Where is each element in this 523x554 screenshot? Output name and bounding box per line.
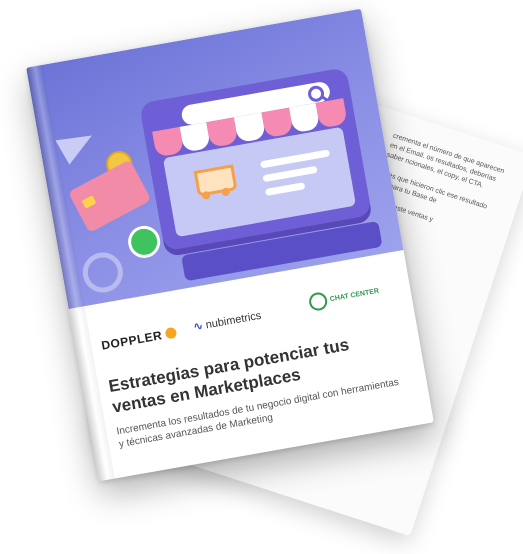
ebook-mockup: crementa el número de que aparecen en el…	[0, 0, 523, 554]
card-chip-icon	[81, 195, 97, 209]
product-line	[262, 165, 318, 183]
product-line	[259, 149, 331, 169]
awning-stripe	[288, 102, 321, 134]
cart-wheel	[221, 187, 231, 197]
cart-wheel	[201, 190, 211, 201]
product-line	[264, 182, 306, 196]
awning-stripe	[234, 112, 266, 143]
doppler-dot-icon	[164, 326, 177, 340]
ebook-cover: DOPPLER ∿nubimetrics CHAT CENTER Estrate…	[26, 8, 434, 482]
chatcenter-wordmark: CHAT CENTER	[329, 287, 380, 304]
wave-icon: ∿	[192, 320, 204, 334]
magnifier-icon	[79, 249, 127, 296]
storefront-monitor	[139, 67, 372, 252]
chatcenter-logo: CHAT CENTER	[307, 282, 381, 312]
doppler-logo: DOPPLER	[100, 326, 177, 353]
credit-card-icon	[67, 159, 152, 233]
awning-stripe	[179, 122, 212, 153]
search-icon	[306, 84, 326, 104]
shopping-cart-icon	[187, 160, 238, 201]
whatsapp-icon	[125, 223, 163, 261]
nubimetrics-logo: ∿nubimetrics	[193, 309, 263, 334]
cover-illustration	[26, 8, 404, 309]
doppler-wordmark: DOPPLER	[100, 328, 164, 353]
paper-plane-icon	[55, 123, 99, 165]
awning-stripe	[152, 126, 184, 158]
awning-stripe	[315, 98, 348, 129]
product-lines	[259, 149, 336, 203]
awning-stripe	[261, 107, 294, 139]
awning-stripe	[206, 117, 239, 148]
cart-basket	[193, 164, 238, 197]
chat-ring-icon	[307, 291, 329, 312]
nubimetrics-wordmark: nubimetrics	[204, 309, 263, 332]
